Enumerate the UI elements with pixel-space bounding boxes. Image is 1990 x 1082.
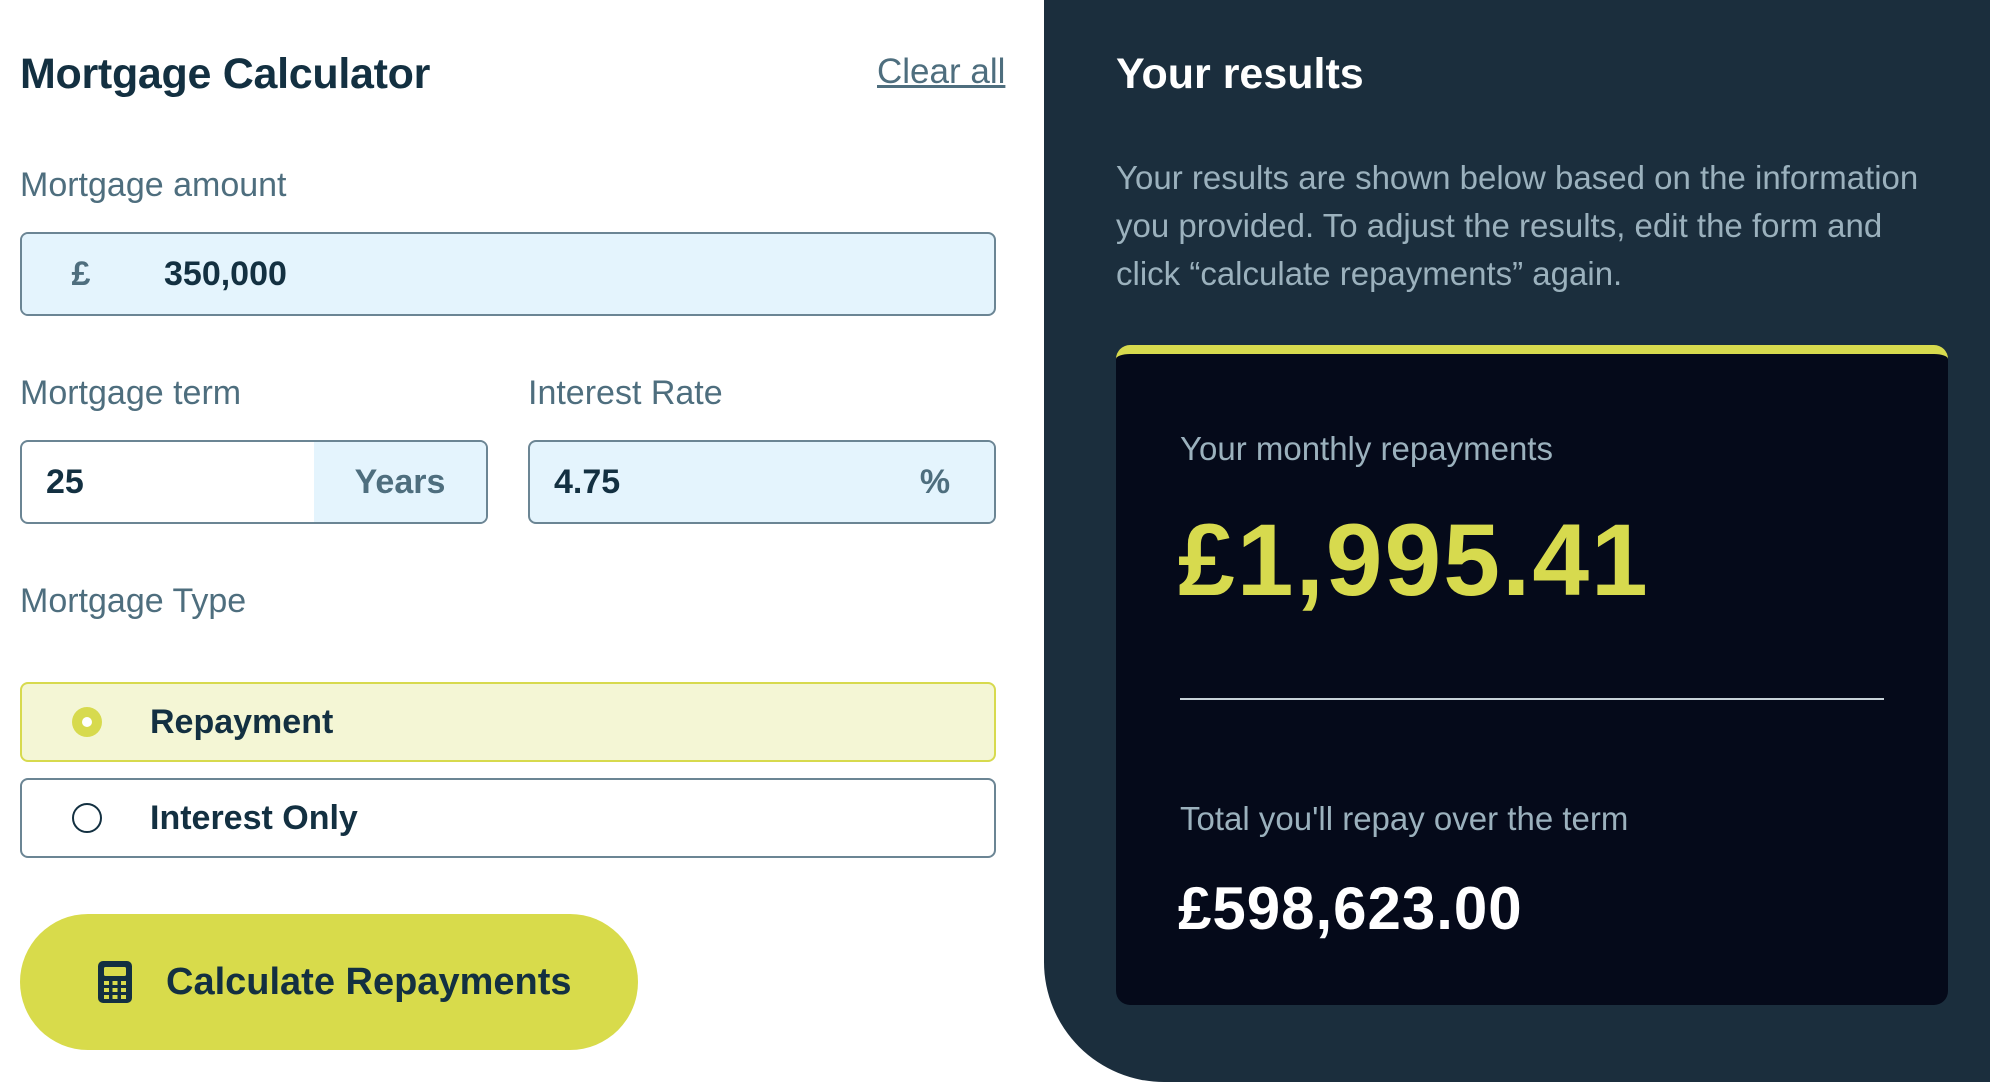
mortgage-type-label: Mortgage Type xyxy=(20,582,247,620)
calculate-button-label: Calculate Repayments xyxy=(166,960,572,1003)
interest-rate-field[interactable]: 4.75 % xyxy=(528,440,996,524)
interest-rate-input[interactable]: 4.75 xyxy=(530,442,876,522)
radio-interest-only[interactable]: Interest Only xyxy=(20,778,996,858)
radio-interest-only-label: Interest Only xyxy=(150,798,358,837)
clear-all-link[interactable]: Clear all xyxy=(877,52,1005,92)
total-repay-label: Total you'll repay over the term xyxy=(1180,800,1629,837)
radio-repayment[interactable]: Repayment xyxy=(20,682,996,762)
mortgage-term-input[interactable]: 25 xyxy=(22,442,314,522)
currency-prefix: £ xyxy=(22,234,140,314)
radio-selected-icon xyxy=(72,707,102,737)
mortgage-term-label: Mortgage term xyxy=(20,374,242,412)
monthly-repayments-label: Your monthly repayments xyxy=(1180,430,1553,467)
results-card: Your monthly repayments £1,995.41 Total … xyxy=(1116,345,1948,1005)
results-divider xyxy=(1180,698,1884,700)
total-repay-value: £598,623.00 xyxy=(1178,875,1523,942)
mortgage-amount-label: Mortgage amount xyxy=(20,166,287,204)
mortgage-term-field[interactable]: 25 Years xyxy=(20,440,488,524)
results-title: Your results xyxy=(1116,50,1364,98)
radio-repayment-label: Repayment xyxy=(150,702,334,741)
percent-suffix: % xyxy=(876,442,994,522)
mortgage-amount-field[interactable]: £ 350,000 xyxy=(20,232,996,316)
calculate-repayments-button[interactable]: Calculate Repayments xyxy=(20,914,638,1050)
mortgage-amount-input[interactable]: 350,000 xyxy=(140,234,287,314)
results-description: Your results are shown below based on th… xyxy=(1116,159,1919,292)
years-suffix: Years xyxy=(314,442,486,522)
radio-unselected-icon xyxy=(72,803,102,833)
calculator-icon xyxy=(98,961,132,1003)
form-title: Mortgage Calculator xyxy=(20,50,431,98)
calculator-form: Mortgage Calculator Clear all Mortgage a… xyxy=(0,0,1040,1082)
results-panel: Your results Your results are shown belo… xyxy=(1044,0,1990,1082)
monthly-repayments-value: £1,995.41 xyxy=(1178,503,1650,617)
interest-rate-label: Interest Rate xyxy=(528,374,723,412)
